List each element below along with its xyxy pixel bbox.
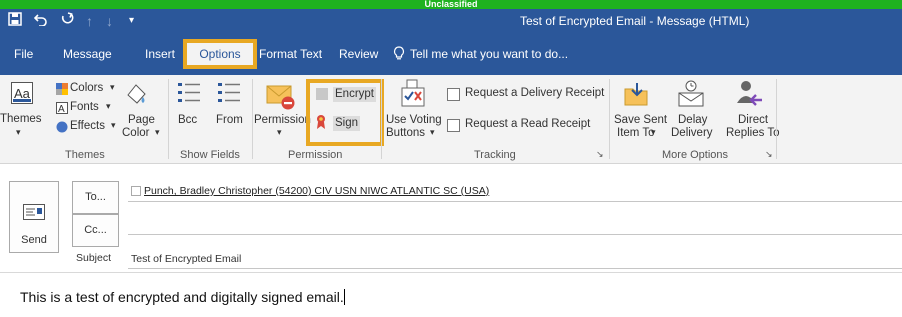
cc-field[interactable] [128,216,902,234]
page-color-icon[interactable] [124,81,150,110]
page-color-dropdown-icon[interactable]: ▾ [155,126,160,139]
save-sent-item-icon[interactable] [623,81,651,112]
subject-value: Test of Encrypted Email [131,253,242,265]
colors-button[interactable]: Colors [70,82,103,95]
encrypt-icon [316,88,328,103]
themes-dropdown-icon[interactable]: ▾ [16,126,21,139]
undo-icon[interactable] [33,12,48,30]
tell-me-search[interactable]: Tell me what you want to do... [410,46,568,62]
group-separator [776,79,777,159]
to-field[interactable]: Punch, Bradley Christopher (54200) CIV U… [128,181,902,201]
svg-text:Aa: Aa [14,86,31,101]
sign-button[interactable]: Sign [333,116,361,131]
tab-insert[interactable]: Insert [145,46,175,62]
send-label: Send [21,234,47,246]
page-color-label-2[interactable]: Color [122,127,149,140]
svg-text:A: A [58,104,65,114]
cc-button[interactable]: Cc... [72,214,119,247]
message-body[interactable]: This is a test of encrypted and digitall… [20,289,345,305]
group-themes-label: Themes [65,149,105,161]
fonts-icon: A [56,102,68,117]
fonts-dropdown-icon[interactable]: ▾ [106,100,111,113]
direct-replies-button[interactable]: Direct [738,114,768,127]
encrypt-button[interactable]: Encrypt [333,87,376,102]
colors-icon [56,83,68,98]
redo-icon[interactable] [60,12,74,30]
permission-dropdown-icon[interactable]: ▾ [277,126,282,139]
group-more-options-label: More Options [662,149,729,161]
subject-label: Subject [76,252,112,264]
save-sent-dropdown-icon[interactable]: ▾ [651,126,656,139]
send-envelope-icon [23,204,45,223]
sign-ribbon-icon [316,114,326,133]
delay-delivery-button[interactable]: Delay [678,114,707,127]
classification-banner: Unclassified [0,0,902,9]
recipient-checkbox-icon [131,186,141,196]
from-icon[interactable] [216,81,242,112]
ribbon: Aa Themes ▾ Colors ▾ A Fonts ▾ Effects ▾… [0,75,902,164]
delay-delivery-icon[interactable] [677,79,705,112]
colors-dropdown-icon[interactable]: ▾ [110,81,115,94]
subject-field-border [128,268,902,269]
permission-button[interactable]: Permission [254,114,311,127]
permission-icon[interactable] [266,83,296,114]
group-separator [252,79,253,159]
tab-file[interactable]: File [14,46,33,62]
read-receipt-label: Request a Read Receipt [465,118,591,130]
group-separator [168,79,169,159]
direct-replies-icon[interactable] [735,79,763,112]
direct-replies-label-2[interactable]: Replies To [726,127,780,140]
use-voting-dropdown-icon[interactable]: ▾ [430,126,435,139]
send-button[interactable]: Send [9,181,59,253]
group-tracking-label: Tracking [474,149,516,161]
title-bar: ↑ ↓ ▾ Test of Encrypted Email - Message … [0,9,902,33]
cc-field-border [128,234,902,235]
subject-field[interactable]: Test of Encrypted Email [128,250,902,268]
themes-button[interactable]: Themes [0,113,42,126]
voting-buttons-icon[interactable] [399,79,429,112]
body-divider [0,272,902,273]
to-field-border [128,201,902,202]
delay-delivery-label-2[interactable]: Delivery [671,127,713,140]
to-button[interactable]: To... [72,181,119,214]
ribbon-tabs: File Message Insert Options Format Text … [0,33,902,75]
group-permission-label: Permission [288,149,343,161]
up-arrow-icon[interactable]: ↑ [86,12,93,30]
bcc-button[interactable]: Bcc [178,114,197,127]
save-icon[interactable] [8,12,22,30]
tab-format-text[interactable]: Format Text [259,46,322,62]
save-sent-item-button[interactable]: Save Sent [614,114,667,127]
save-sent-item-label-2[interactable]: Item To [617,127,655,140]
delivery-receipt-checkbox[interactable] [447,88,460,101]
down-arrow-icon[interactable]: ↓ [106,12,113,30]
bcc-icon[interactable] [176,81,202,112]
to-recipient[interactable]: Punch, Bradley Christopher (54200) CIV U… [144,185,489,197]
from-button[interactable]: From [216,114,243,127]
lightbulb-icon [393,46,405,64]
customize-icon[interactable]: ▾ [129,12,134,30]
page-color-label[interactable]: Page [128,114,155,127]
effects-dropdown-icon[interactable]: ▾ [111,119,116,132]
tab-review[interactable]: Review [339,46,378,62]
group-separator [381,79,382,159]
delivery-receipt-label: Request a Delivery Receipt [465,87,605,99]
fonts-button[interactable]: Fonts [70,101,99,114]
text-cursor [343,289,345,305]
more-options-dialog-launcher-icon[interactable]: ↘ [765,149,773,160]
tracking-dialog-launcher-icon[interactable]: ↘ [596,149,604,160]
group-show-fields-label: Show Fields [180,149,240,161]
tab-options[interactable]: Options [183,39,257,69]
themes-icon[interactable]: Aa [11,82,33,107]
message-body-text: This is a test of encrypted and digitall… [20,289,344,305]
read-receipt-checkbox[interactable] [447,119,460,132]
effects-button[interactable]: Effects [70,120,105,133]
tab-message[interactable]: Message [63,46,112,62]
window-title: Test of Encrypted Email - Message (HTML) [520,14,750,28]
effects-icon [56,121,68,136]
use-voting-button-label-2[interactable]: Buttons [386,127,425,140]
group-separator [609,79,610,159]
